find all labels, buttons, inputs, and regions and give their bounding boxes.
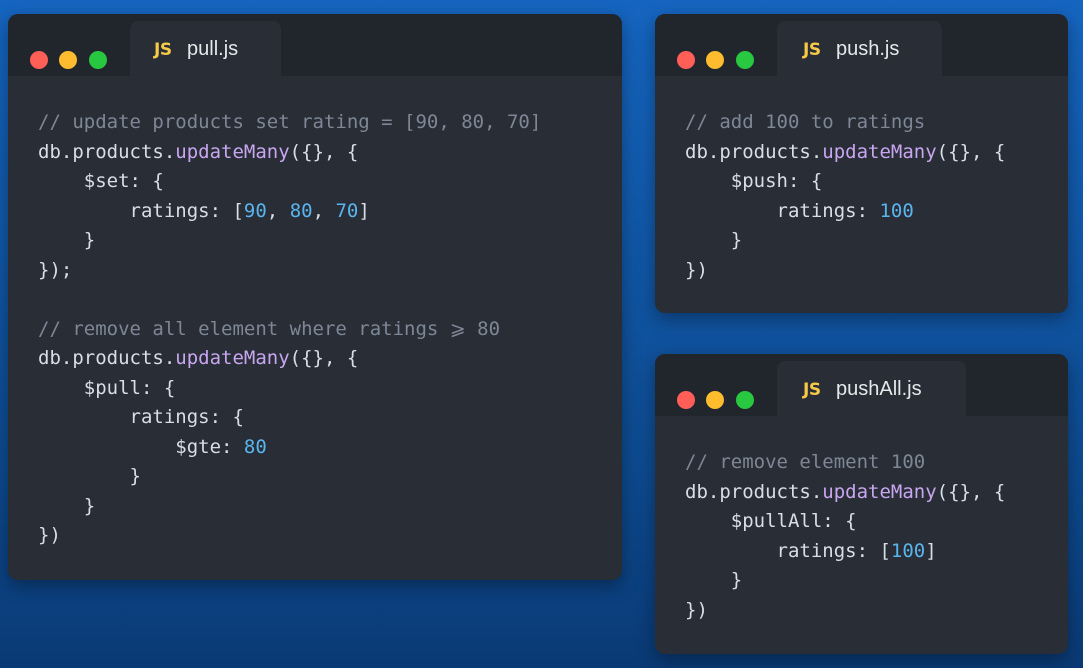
code-token: $gte: (38, 435, 244, 458)
code-block: // remove element 100 db.products.updateM… (685, 448, 1005, 625)
javascript-icon: JS (154, 40, 172, 60)
code-line: $push: { (685, 167, 1005, 197)
code-token: // add 100 to ratings (685, 111, 926, 133)
code-window-pull: JS pull.js // update products set rating… (8, 14, 622, 580)
code-token: ({}, { (936, 140, 1006, 163)
code-line: $set: { (38, 167, 541, 197)
title-bar: JS push.js (655, 14, 1068, 76)
code-line: ratings: 100 (685, 197, 1005, 227)
code-line: } (38, 492, 541, 522)
title-bar: JS pull.js (8, 14, 622, 76)
code-token: }) (685, 258, 708, 281)
code-token: }) (685, 598, 708, 621)
code-token: // remove all element where ratings ⩾ 80 (38, 317, 501, 340)
code-line: db.products.updateMany({}, { (38, 344, 541, 374)
code-line: }) (685, 256, 1005, 286)
code-line: // add 100 to ratings (685, 108, 1005, 138)
code-token: db.products. (38, 347, 176, 369)
code-token: 80 (243, 435, 267, 458)
code-token: , (312, 199, 336, 222)
javascript-icon: JS (803, 40, 821, 60)
code-token: ratings: (685, 199, 880, 222)
code-line: }); (38, 256, 541, 286)
title-bar: JS pushAll.js (655, 354, 1068, 416)
code-token: db.products. (38, 140, 176, 163)
code-token: , (266, 199, 290, 222)
code-line: } (685, 566, 1005, 596)
code-line: db.products.updateMany({}, { (685, 478, 1005, 508)
maximize-dot-icon[interactable] (89, 51, 107, 69)
code-token: }) (38, 524, 61, 546)
code-token: 70 (335, 199, 359, 222)
close-dot-icon[interactable] (677, 391, 695, 409)
code-token: $push: { (685, 170, 823, 192)
minimize-dot-icon[interactable] (706, 391, 724, 409)
code-token: $set: { (38, 170, 164, 192)
code-token: 100 (879, 199, 914, 222)
code-token: updateMany (175, 140, 290, 163)
javascript-icon: JS (803, 380, 821, 400)
code-line: }) (38, 521, 541, 551)
code-token: // remove element 100 (685, 451, 926, 473)
code-token: 90 (243, 199, 267, 222)
tab-pushall-js[interactable]: JS pushAll.js (777, 361, 966, 416)
code-line: } (38, 226, 541, 256)
close-dot-icon[interactable] (677, 51, 695, 69)
tab-push-js[interactable]: JS push.js (777, 21, 942, 76)
code-line: } (685, 226, 1005, 256)
code-token: } (38, 229, 96, 251)
code-block: // add 100 to ratings db.products.updateM… (685, 108, 1005, 285)
code-token: ratings: [ (685, 539, 891, 562)
tab-pull-js[interactable]: JS pull.js (130, 21, 281, 76)
code-token: ratings: { (38, 406, 244, 428)
tab-filename: pushAll.js (836, 378, 922, 400)
code-line: ratings: [100] (685, 537, 1005, 567)
minimize-dot-icon[interactable] (706, 51, 724, 69)
code-token: } (38, 494, 96, 517)
code-token: ({}, { (289, 140, 359, 163)
code-token: } (685, 569, 743, 591)
code-token: // update products set rating = [90, 80,… (38, 111, 542, 133)
close-dot-icon[interactable] (30, 51, 48, 69)
code-token: 80 (289, 199, 313, 222)
code-window-pushall: JS pushAll.js // remove element 100 db.pr… (655, 354, 1068, 654)
code-token: ({}, { (289, 347, 359, 369)
code-token: db.products. (685, 140, 823, 163)
tab-filename: pull.js (187, 38, 239, 60)
code-line: db.products.updateMany({}, { (685, 138, 1005, 168)
code-line: // update products set rating = [90, 80,… (38, 108, 541, 138)
tab-filename: push.js (836, 38, 900, 60)
code-window-push: JS push.js // add 100 to ratings db.produ… (655, 14, 1068, 313)
code-line: }) (685, 596, 1005, 626)
minimize-dot-icon[interactable] (59, 51, 77, 69)
code-token: ratings: [ (38, 199, 244, 222)
code-line: db.products.updateMany({}, { (38, 138, 541, 168)
code-token: }); (38, 258, 73, 281)
code-token: updateMany (822, 140, 937, 163)
code-line: } (38, 462, 541, 492)
code-token: $pull: { (38, 376, 176, 399)
code-token: } (685, 229, 743, 251)
code-line: ratings: [90, 80, 70] (38, 197, 541, 227)
code-token: updateMany (822, 480, 937, 503)
code-line: // remove all element where ratings ⩾ 80 (38, 315, 541, 345)
maximize-dot-icon[interactable] (736, 391, 754, 409)
code-line: $pull: { (38, 374, 541, 404)
canvas: { "colors": {"red":"#ff5f57","yellow":"#… (0, 0, 1083, 668)
code-token: } (38, 465, 141, 487)
code-token: 100 (890, 539, 926, 562)
code-token: $pullAll: { (685, 510, 857, 532)
code-token: ] (358, 199, 370, 222)
code-token: ] (925, 539, 937, 562)
code-token: ({}, { (936, 480, 1006, 503)
code-block: // update products set rating = [90, 80,… (38, 108, 541, 551)
code-token: updateMany (175, 347, 290, 369)
code-line: $gte: 80 (38, 433, 541, 463)
code-line: $pullAll: { (685, 507, 1005, 537)
code-line: // remove element 100 (685, 448, 1005, 478)
code-token: db.products. (685, 480, 823, 503)
code-line: ratings: { (38, 403, 541, 433)
maximize-dot-icon[interactable] (736, 51, 754, 69)
